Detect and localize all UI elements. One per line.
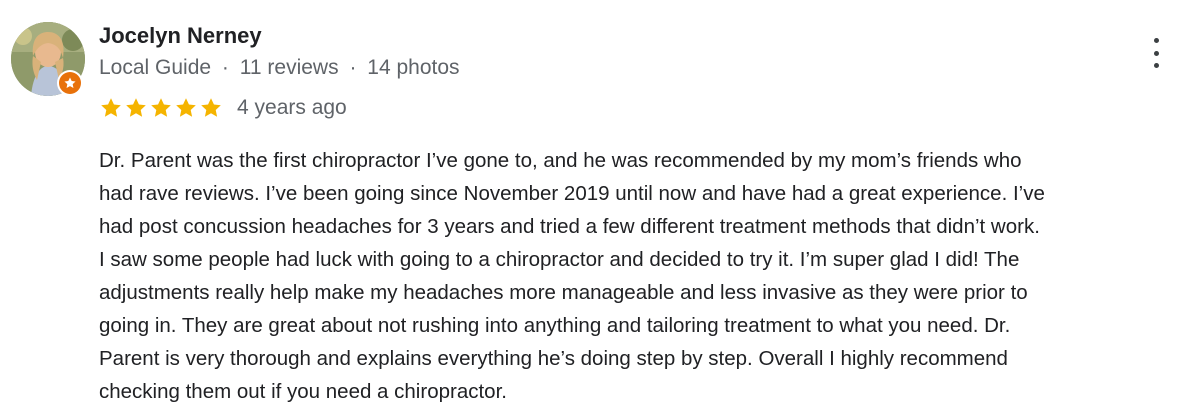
star-rating bbox=[99, 96, 223, 120]
more-options-button[interactable] bbox=[1144, 38, 1168, 68]
star-icon bbox=[174, 96, 198, 120]
more-vert-icon bbox=[1153, 38, 1159, 43]
review-text: Dr. Parent was the first chiropractor I’… bbox=[99, 144, 1200, 408]
review-text-line: had post concussion headaches for 3 year… bbox=[99, 215, 1040, 238]
review-text-line: had rave reviews. I’ve been going since … bbox=[99, 182, 1045, 205]
meta-separator: · bbox=[349, 56, 357, 79]
review-text-line: I saw some people had luck with going to… bbox=[99, 248, 1020, 271]
review-text-line: going in. They are great about not rushi… bbox=[99, 314, 1011, 337]
review-count: 11 reviews bbox=[239, 56, 339, 79]
more-vert-icon bbox=[1153, 63, 1159, 68]
review-text-line: Dr. Parent was the first chiropractor I’… bbox=[99, 149, 1022, 172]
star-icon bbox=[149, 96, 173, 120]
review-card: Jocelyn Nerney Local Guide · 11 reviews … bbox=[0, 0, 1200, 412]
review-text-line: checking them out if you need a chiropra… bbox=[99, 380, 507, 403]
author-name[interactable]: Jocelyn Nerney bbox=[99, 23, 262, 49]
local-guide-badge bbox=[57, 70, 83, 96]
star-icon bbox=[99, 96, 123, 120]
review-date: 4 years ago bbox=[237, 96, 347, 119]
photo-count: 14 photos bbox=[367, 56, 460, 79]
meta-separator: · bbox=[221, 56, 229, 79]
star-icon bbox=[199, 96, 223, 120]
author-role: Local Guide bbox=[99, 56, 212, 79]
author-meta: Local Guide · 11 reviews · 14 photos bbox=[99, 56, 460, 80]
more-vert-icon bbox=[1153, 50, 1159, 56]
review-text-line: Parent is very thorough and explains eve… bbox=[99, 347, 1008, 370]
review-text-line: adjustments really help make my headache… bbox=[99, 281, 1028, 304]
rating-row: 4 years ago bbox=[99, 96, 347, 120]
local-guide-star-icon bbox=[59, 72, 81, 94]
star-icon bbox=[124, 96, 148, 120]
